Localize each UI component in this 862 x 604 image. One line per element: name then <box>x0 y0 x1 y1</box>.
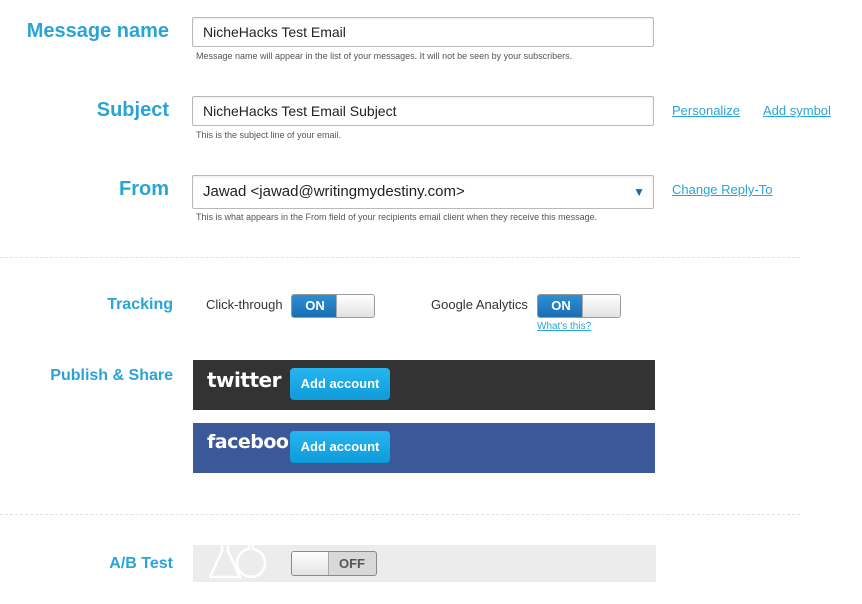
section-divider <box>0 257 800 258</box>
ab-test-panel: OFF <box>193 531 656 582</box>
facebook-add-account-button[interactable]: Add account <box>290 431 390 463</box>
ab-test-toggle[interactable]: OFF <box>291 551 377 576</box>
add-symbol-link[interactable]: Add symbol <box>763 103 831 118</box>
tracking-label: Tracking <box>107 296 173 313</box>
from-select-value: Jawad <jawad@writingmydestiny.com> <box>203 183 465 200</box>
toggle-knob <box>582 295 620 317</box>
google-analytics-label: Google Analytics <box>431 297 528 312</box>
ab-test-toggle-state: OFF <box>339 556 365 571</box>
click-through-toggle[interactable]: ON <box>291 294 375 318</box>
toggle-knob <box>336 295 374 317</box>
change-reply-to-link[interactable]: Change Reply-To <box>672 182 772 197</box>
google-analytics-toggle[interactable]: ON <box>537 294 621 318</box>
flask-icon <box>209 531 267 579</box>
ab-test-label: A/B Test <box>109 555 173 572</box>
message-name-input[interactable]: NicheHacks Test Email <box>192 17 654 47</box>
personalize-link[interactable]: Personalize <box>672 103 740 118</box>
facebook-panel: facebook Add account <box>193 423 655 473</box>
google-analytics-toggle-state: ON <box>538 295 584 317</box>
twitter-add-account-button[interactable]: Add account <box>290 368 390 400</box>
message-name-label: Message name <box>26 20 169 42</box>
click-through-toggle-state: ON <box>292 295 338 317</box>
facebook-logo: facebook <box>207 431 301 453</box>
message-name-hint: Message name will appear in the list of … <box>196 51 573 61</box>
whats-this-link[interactable]: What's this? <box>537 321 591 332</box>
from-label: From <box>119 178 169 200</box>
from-select[interactable]: Jawad <jawad@writingmydestiny.com> ▼ <box>192 175 654 209</box>
twitter-logo: twitter <box>207 368 281 392</box>
section-divider <box>0 514 800 515</box>
toggle-knob <box>292 552 329 575</box>
chevron-down-icon[interactable]: ▼ <box>633 176 645 208</box>
twitter-panel: twitter Add account <box>193 360 655 410</box>
subject-input[interactable]: NicheHacks Test Email Subject <box>192 96 654 126</box>
click-through-label: Click-through <box>206 297 283 312</box>
subject-label: Subject <box>96 99 169 121</box>
publish-share-label: Publish & Share <box>50 367 173 384</box>
from-hint: This is what appears in the From field o… <box>196 212 598 222</box>
subject-hint: This is the subject line of your email. <box>196 130 342 140</box>
